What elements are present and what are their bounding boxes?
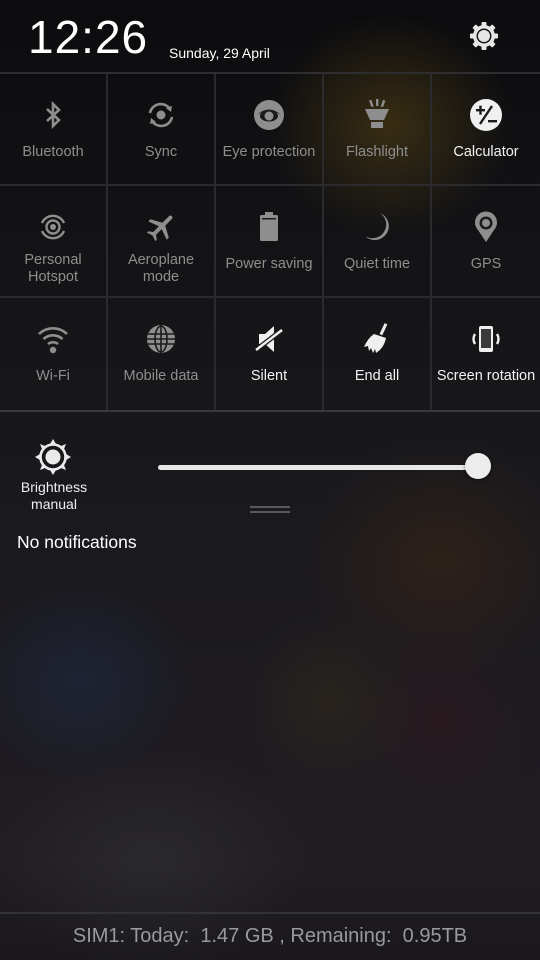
gear-icon[interactable] — [468, 20, 500, 52]
broom-icon — [364, 323, 388, 353]
toggle-label: Silent — [250, 368, 288, 384]
battery-icon — [260, 212, 278, 241]
toggle-sync[interactable]: Sync — [108, 74, 216, 186]
toggle-label: Wi-Fi — [36, 368, 70, 384]
data-usage-text: SIM1: Today: 1.47 GB , Remaining: 0.95TB — [72, 925, 468, 947]
toggle-bluetooth[interactable]: Bluetooth — [0, 74, 108, 186]
no-notifications-text: No notifications — [17, 532, 137, 552]
brightness-slider[interactable] — [158, 465, 478, 470]
toggle-aeroplane-mode[interactable]: Aeroplane mode — [108, 186, 216, 298]
moon-icon — [365, 213, 389, 240]
date[interactable]: Sunday, 29 April — [169, 45, 270, 61]
clock: 12:26 — [28, 11, 149, 63]
toggle-label: Screen rotation — [436, 368, 536, 384]
toggle-label: Flashlight — [345, 144, 409, 160]
toggle-label: GPS — [470, 256, 502, 272]
eye-icon — [254, 100, 284, 130]
airplane-icon — [146, 215, 173, 242]
toggle-label: End all — [354, 368, 400, 384]
toggle-label: Personal Hotspot — [24, 252, 82, 285]
screen-rotation-icon — [472, 326, 500, 352]
toggle-wifi[interactable]: Wi-Fi — [0, 298, 108, 410]
toggle-label: Power saving — [225, 256, 313, 272]
toggle-calculator[interactable]: Calculator — [432, 74, 540, 186]
flashlight-icon — [365, 99, 389, 128]
toggle-quiet-time[interactable]: Quiet time — [324, 186, 432, 298]
quick-settings-grid: Bluetooth Sync Eye protection Flashlight… — [0, 72, 540, 412]
brightness-icon[interactable] — [34, 438, 72, 476]
brightness-label: Brightness manual — [20, 479, 88, 512]
data-usage-bar: SIM1: Today: 1.47 GB , Remaining: 0.95TB — [0, 912, 540, 960]
toggle-label: Bluetooth — [22, 144, 84, 160]
toggle-label: Eye protection — [222, 144, 316, 160]
toggle-power-saving[interactable]: Power saving — [216, 186, 324, 298]
sync-icon — [148, 102, 174, 128]
toggle-silent[interactable]: Silent — [216, 298, 324, 410]
status-header: 12:26 Sunday, 29 April — [0, 0, 540, 72]
wifi-icon — [38, 327, 68, 354]
toggle-label: Calculator — [453, 144, 519, 160]
brightness-slider-thumb[interactable] — [465, 453, 491, 479]
drag-handle[interactable] — [250, 506, 290, 514]
toggle-label: Sync — [144, 144, 178, 160]
location-pin-icon — [475, 211, 497, 242]
toggle-personal-hotspot[interactable]: Personal Hotspot — [0, 186, 108, 298]
bluetooth-icon — [46, 100, 61, 130]
toggle-label: Mobile data — [123, 368, 199, 384]
toggle-end-all[interactable]: End all — [324, 298, 432, 410]
toggle-gps[interactable]: GPS — [432, 186, 540, 298]
toggle-mobile-data[interactable]: Mobile data — [108, 298, 216, 410]
toggle-screen-rotation[interactable]: Screen rotation — [432, 298, 540, 410]
brightness-panel: Brightness manual — [0, 412, 540, 522]
hotspot-icon — [40, 214, 66, 240]
globe-icon — [147, 325, 175, 353]
toggle-label: Quiet time — [343, 256, 411, 272]
speaker-muted-icon — [254, 326, 284, 352]
toggle-eye-protection[interactable]: Eye protection — [216, 74, 324, 186]
toggle-label: Aeroplane mode — [127, 252, 195, 285]
calculator-icon — [470, 99, 502, 131]
toggle-flashlight[interactable]: Flashlight — [324, 74, 432, 186]
